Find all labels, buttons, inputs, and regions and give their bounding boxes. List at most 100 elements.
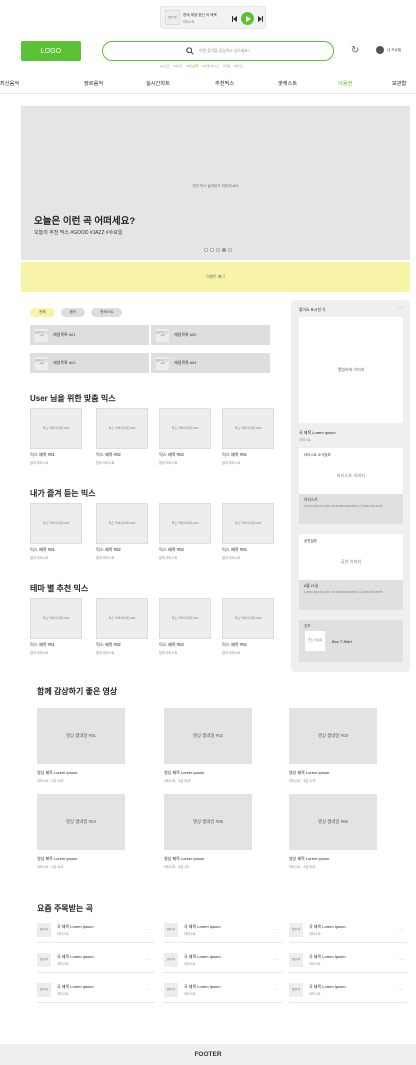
filter-tab-music[interactable]: 음악 <box>60 308 86 317</box>
play-button[interactable] <box>241 12 254 25</box>
more-icon[interactable]: ··· <box>398 957 403 963</box>
trending-song-item[interactable]: 앨범커버 곡 제목 Lorem Ipsum 아티스트 ··· <box>164 918 282 943</box>
trending-song-item[interactable]: 앨범커버 곡 제목 Lorem Ipsum 아티스트 ··· <box>164 978 282 1003</box>
mix-artists: 참여 아티스트 <box>159 651 178 655</box>
album-cover[interactable]: 앨범커버 이미지 <box>299 317 403 423</box>
mix-card[interactable]: 믹스 커버 이미지 #04 믹스 제목 #04 참여 아티스트 <box>222 408 274 465</box>
trending-song-item[interactable]: 앨범커버 곡 제목 Lorem Ipsum 아티스트 ··· <box>164 948 282 973</box>
playlist-item[interactable]: 플레이리스트 커버 재생목록 #01 <box>30 325 149 345</box>
video-card[interactable]: 영상 썸네일 #04 영상 제목 Lorem Ipsum 아티스트 · 4분 31초 <box>37 794 125 869</box>
event-banner[interactable]: 이벤트 배너 <box>21 262 410 292</box>
more-icon[interactable]: ··· <box>146 927 151 933</box>
song-title: 곡 제목 Lorem Ipsum <box>57 924 94 929</box>
goods-card[interactable]: 굿즈 굿즈 이미지 Box T-Shirt <box>299 620 403 662</box>
trending-song-item[interactable]: 앨범커버 곡 제목 Lorem Ipsum 아티스트 ··· <box>37 948 155 973</box>
search-chip[interactable]: #프로필 <box>160 64 169 68</box>
section-title-favorite-mix: 내가 즐겨 듣는 믹스 <box>30 489 96 498</box>
hero-subtitle: 오늘의 추천 믹스 #GOOD #JAZZ #수요일 <box>34 230 123 236</box>
filter-tab-all[interactable]: 전체 <box>30 308 55 317</box>
video-title: 영상 제목 Lorem Ipsum <box>37 770 78 775</box>
liked-songs-panel: 좋아요 표시한 곡 ··· 앨범커버 이미지 곡 제목 Lorem Ipsum … <box>291 300 410 672</box>
concert-desc: Lorem ipsum dolor sit ametconsectetur. A… <box>304 590 387 594</box>
mix-card[interactable]: 믹스 커버 이미지 #03 믹스 제목 #03 참여 아티스트 <box>159 598 211 655</box>
video-card[interactable]: 영상 썸네일 #05 영상 제목 Lorem Ipsum 아티스트 · 5분 1초 <box>164 794 252 869</box>
nav-item-mix[interactable]: 추천믹스 <box>215 80 234 87</box>
playlist-item[interactable]: 플레이리스트 커버 재생목록 #04 <box>151 353 270 373</box>
more-icon[interactable]: ··· <box>146 957 151 963</box>
more-icon[interactable]: ··· <box>273 957 278 963</box>
user-profile-button[interactable]: 내 프로필 <box>376 46 401 54</box>
mix-artists: 참여 아티스트 <box>222 556 241 560</box>
concert-card[interactable]: 공연일정 공연 이미지 8월 21일 Lorem ipsum dolor sit… <box>299 534 403 610</box>
player-track-title: 현재 재생 중인 곡 제목 <box>183 13 217 17</box>
video-card[interactable]: 영상 썸네일 #03 영상 제목 Lorem Ipsum 아티스트 · 3분 47초 <box>289 708 377 783</box>
search-chip[interactable]: #플레이리스트 <box>202 64 219 68</box>
nav-item-chart[interactable]: 실시간차트 <box>146 80 170 87</box>
artist-news-card[interactable]: 아티스트 소식정보 아티스트 이미지 아티스트 Lorem ipsum dolo… <box>299 448 403 524</box>
trending-song-item[interactable]: 앨범커버 곡 제목 Lorem Ipsum 아티스트 ··· <box>289 948 407 973</box>
play-icon <box>245 15 251 22</box>
next-track-button[interactable] <box>258 15 263 22</box>
nav-item-membership[interactable]: 이용권 <box>338 80 352 87</box>
song-title: 곡 제목 Lorem Ipsum <box>309 954 346 959</box>
refresh-icon[interactable]: ↻ <box>351 45 359 56</box>
video-card[interactable]: 영상 썸네일 #01 영상 제목 Lorem Ipsum 아티스트 · 4분 10초 <box>37 708 125 783</box>
nav-item-library[interactable]: 보관함 <box>392 80 406 87</box>
mix-card[interactable]: 믹스 커버 이미지 #02 믹스 제목 #02 참여 아티스트 <box>96 598 148 655</box>
mix-card[interactable]: 믹스 커버 이미지 #03 믹스 제목 #03 참여 아티스트 <box>159 408 211 465</box>
mix-card[interactable]: 믹스 커버 이미지 #02 믹스 제목 #02 참여 아티스트 <box>96 408 148 465</box>
search-chip[interactable]: #힐링 <box>223 64 230 68</box>
search-chip[interactable]: #발라드 <box>234 64 243 68</box>
artist-news-label: 아티스트 소식정보 <box>304 453 331 457</box>
mix-card[interactable]: 믹스 커버 이미지 #04 믹스 제목 #04 참여 아티스트 <box>222 503 274 560</box>
hero-title: 오늘은 이런 곡 어떠세요? <box>34 216 136 227</box>
trending-song-item[interactable]: 앨범커버 곡 제목 Lorem Ipsum 아티스트 ··· <box>37 918 155 943</box>
video-title: 영상 제목 Lorem Ipsum <box>164 770 205 775</box>
logo[interactable]: LOGO <box>21 41 81 61</box>
nav-item-latest[interactable]: 최신음악 <box>0 80 19 87</box>
song-title: 곡 제목 Lorem Ipsum <box>184 954 221 959</box>
more-icon[interactable]: ··· <box>146 987 151 993</box>
mix-card[interactable]: 믹스 커버 이미지 #02 믹스 제목 #02 참여 아티스트 <box>96 503 148 560</box>
more-icon[interactable]: ··· <box>398 305 404 311</box>
more-icon[interactable]: ··· <box>398 987 403 993</box>
video-card[interactable]: 영상 썸네일 #02 영상 제목 Lorem Ipsum 아티스트 · 3분 26초 <box>164 708 252 783</box>
mix-card[interactable]: 믹스 커버 이미지 #01 믹스 제목 #01 참여 아티스트 <box>30 598 82 655</box>
more-icon[interactable]: ··· <box>398 927 403 933</box>
mix-cover: 믹스 커버 이미지 #04 <box>222 598 274 639</box>
video-thumbnail: 영상 썸네일 #04 <box>37 794 125 850</box>
mix-artists: 참여 아티스트 <box>222 461 241 465</box>
mix-card[interactable]: 믹스 커버 이미지 #01 믹스 제목 #01 참여 아티스트 <box>30 503 82 560</box>
prev-track-button[interactable] <box>232 15 237 22</box>
hero-carousel[interactable]: 추천 믹스 슬라이드 이미지 #01 오늘은 이런 곡 어떠세요? 오늘의 추천… <box>21 106 410 260</box>
search-input[interactable]: 어떤 음악을 감상하고 싶으세요? <box>102 41 334 61</box>
mix-card[interactable]: 믹스 커버 이미지 #03 믹스 제목 #03 참여 아티스트 <box>159 503 211 560</box>
artist-image: 아티스트 이미지 <box>299 460 403 492</box>
trending-song-item[interactable]: 앨범커버 곡 제목 Lorem Ipsum 아티스트 ··· <box>37 978 155 1003</box>
carousel-dots <box>204 248 232 252</box>
search-chip[interactable]: #아이돌 <box>173 64 182 68</box>
song-artist: 아티스트 <box>309 962 321 966</box>
carousel-dot[interactable] <box>228 248 232 252</box>
carousel-dot[interactable] <box>216 248 220 252</box>
carousel-dot[interactable] <box>210 248 214 252</box>
mix-card[interactable]: 믹스 커버 이미지 #01 믹스 제목 #01 참여 아티스트 <box>30 408 82 465</box>
carousel-dot[interactable] <box>204 248 208 252</box>
song-title[interactable]: 곡 제목 Lorem Ipsum <box>299 430 336 436</box>
playlist-item[interactable]: 플레이리스트 커버 재생목록 #03 <box>30 353 149 373</box>
trending-song-item[interactable]: 앨범커버 곡 제목 Lorem Ipsum 아티스트 ··· <box>289 978 407 1003</box>
nav-item-genre[interactable]: 장르음악 <box>84 80 103 87</box>
video-card[interactable]: 영상 썸네일 #06 영상 제목 Lorem Ipsum 아티스트 · 2분 53초 <box>289 794 377 869</box>
carousel-dot-active[interactable] <box>222 248 226 252</box>
mix-cover: 믹스 커버 이미지 #04 <box>222 408 274 449</box>
player-track-artist: 아티스트 <box>183 20 195 24</box>
filter-tab-podcast[interactable]: 팟캐스트 <box>91 308 123 317</box>
playlist-item[interactable]: 플레이리스트 커버 재생목록 #02 <box>151 325 270 345</box>
mix-card[interactable]: 믹스 커버 이미지 #04 믹스 제목 #04 참여 아티스트 <box>222 598 274 655</box>
trending-song-item[interactable]: 앨범커버 곡 제목 Lorem Ipsum 아티스트 ··· <box>289 918 407 943</box>
more-icon[interactable]: ··· <box>273 927 278 933</box>
more-icon[interactable]: ··· <box>273 987 278 993</box>
song-artist: 아티스트 <box>184 932 196 936</box>
search-chip[interactable]: #밴드음악 <box>187 64 199 68</box>
nav-item-podcast[interactable]: 팟캐스트 <box>278 80 297 87</box>
